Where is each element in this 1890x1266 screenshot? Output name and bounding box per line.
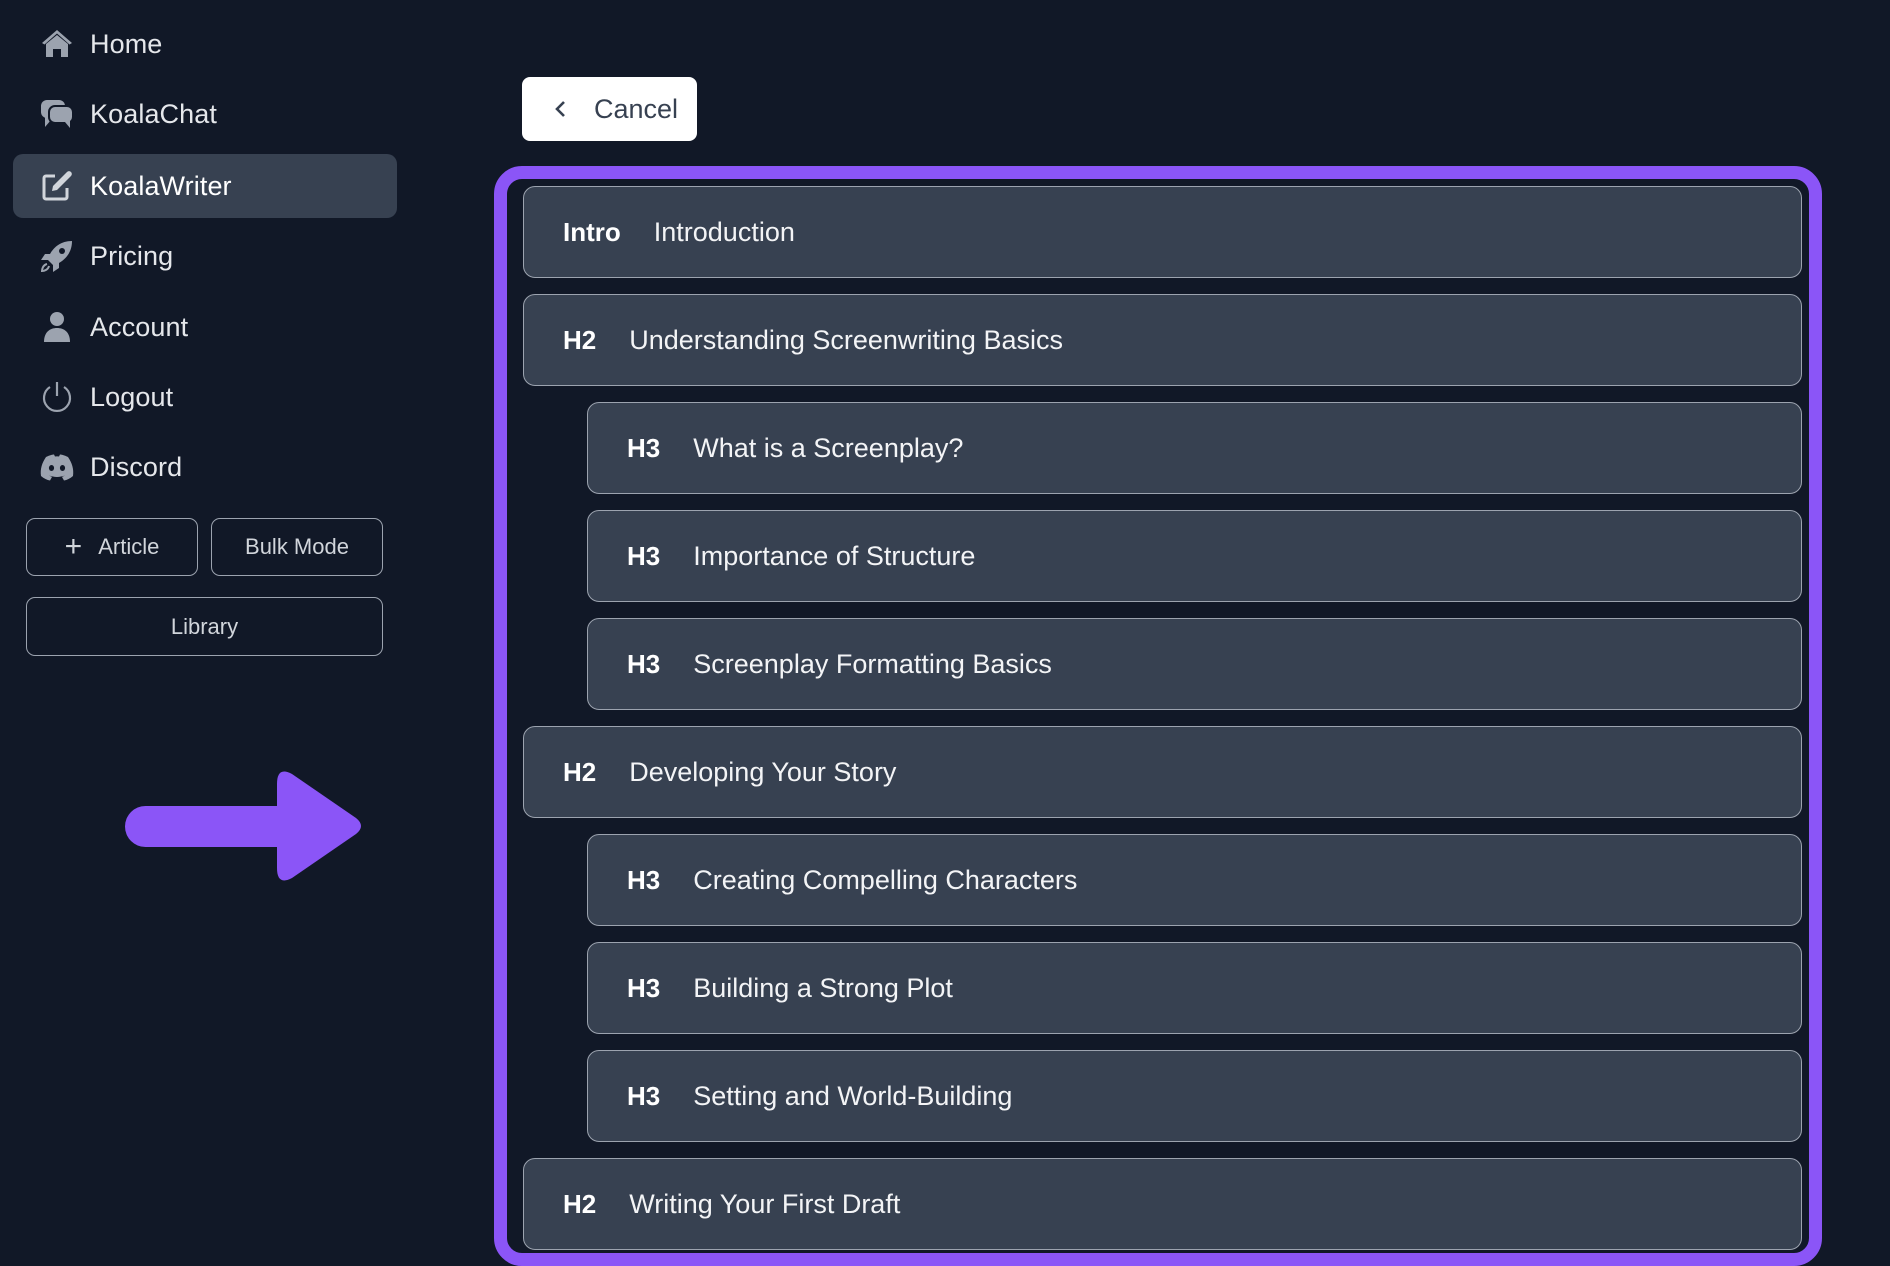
outline-row-h2[interactable]: H2 Developing Your Story (523, 726, 1802, 818)
heading-title: Understanding Screenwriting Basics (629, 324, 1063, 355)
heading-level-tag: H2 (563, 324, 597, 355)
heading-title: Setting and World-Building (693, 1080, 1013, 1111)
sidebar-item-label: KoalaChat (90, 98, 217, 129)
sidebar-item-home[interactable]: Home (13, 12, 397, 76)
heading-level-tag: H3 (627, 972, 661, 1003)
sidebar-item-koalawriter[interactable]: KoalaWriter (13, 154, 397, 218)
heading-title: Importance of Structure (693, 540, 976, 571)
sidebar-item-label: Pricing (90, 240, 174, 271)
sidebar-item-label: Discord (90, 451, 183, 482)
sidebar-item-account[interactable]: Account (13, 295, 397, 359)
outline-row-h2[interactable]: H2 Understanding Screenwriting Basics (523, 294, 1802, 386)
power-icon (39, 379, 75, 415)
outline-row-intro[interactable]: Intro Introduction (523, 186, 1802, 278)
chat-icon (39, 96, 75, 132)
heading-level-tag: H3 (627, 432, 661, 463)
discord-icon (39, 449, 75, 485)
user-icon (39, 309, 75, 345)
heading-title: Building a Strong Plot (693, 972, 953, 1003)
cancel-label: Cancel (594, 93, 679, 124)
outline-row-h3[interactable]: H3 Setting and World-Building (587, 1050, 1802, 1142)
outline-row-h2[interactable]: H2 Writing Your First Draft (523, 1158, 1802, 1250)
sidebar-item-label: Home (90, 28, 163, 59)
heading-title: Creating Compelling Characters (693, 864, 1078, 895)
heading-level-tag: H2 (563, 1188, 597, 1219)
outline-row-h3[interactable]: H3 Importance of Structure (587, 510, 1802, 602)
outline-row-h3[interactable]: H3 What is a Screenplay? (587, 402, 1802, 494)
sidebar-item-koalachat[interactable]: KoalaChat (13, 82, 397, 146)
heading-title: What is a Screenplay? (693, 432, 964, 463)
heading-level-tag: H2 (563, 756, 597, 787)
plus-icon: + (64, 530, 83, 563)
heading-level-tag: H3 (627, 1080, 661, 1111)
sidebar-item-logout[interactable]: Logout (13, 365, 397, 429)
heading-title: Developing Your Story (629, 756, 897, 787)
chevron-left-icon (555, 101, 565, 117)
heading-level-tag: H3 (627, 864, 661, 895)
edit-icon (39, 168, 75, 204)
library-button[interactable]: Library (26, 597, 383, 656)
outline-frame: Intro Introduction H2 Understanding Screenw… (494, 166, 1822, 1266)
cancel-button[interactable]: Cancel (522, 77, 697, 141)
sidebar-item-label: KoalaWriter (90, 170, 232, 201)
heading-title: Writing Your First Draft (629, 1188, 901, 1219)
arrow-right-icon (125, 771, 361, 881)
heading-title: Screenplay Formatting Basics (693, 648, 1052, 679)
outline-row-h3[interactable]: H3 Screenplay Formatting Basics (587, 618, 1802, 710)
heading-level-tag: H3 (627, 648, 661, 679)
library-label: Library (170, 613, 239, 639)
sidebar-item-label: Account (90, 311, 189, 342)
sidebar-item-pricing[interactable]: Pricing (13, 224, 397, 288)
bulk-mode-label: Bulk Mode (245, 534, 349, 559)
bulk-mode-button[interactable]: Bulk Mode (211, 518, 383, 576)
heading-title: Introduction (653, 216, 795, 247)
new-article-label: Article (98, 534, 160, 559)
outline-row-h3[interactable]: H3 Creating Compelling Characters (587, 834, 1802, 926)
new-article-button[interactable]: + Article (26, 518, 198, 576)
sidebar-item-discord[interactable]: Discord (13, 435, 397, 499)
rocket-icon (39, 238, 75, 274)
sidebar-item-label: Logout (90, 381, 174, 412)
home-icon (39, 26, 75, 62)
heading-level-tag: Intro (563, 216, 621, 247)
outline-row-h3[interactable]: H3 Building a Strong Plot (587, 942, 1802, 1034)
heading-level-tag: H3 (627, 540, 661, 571)
